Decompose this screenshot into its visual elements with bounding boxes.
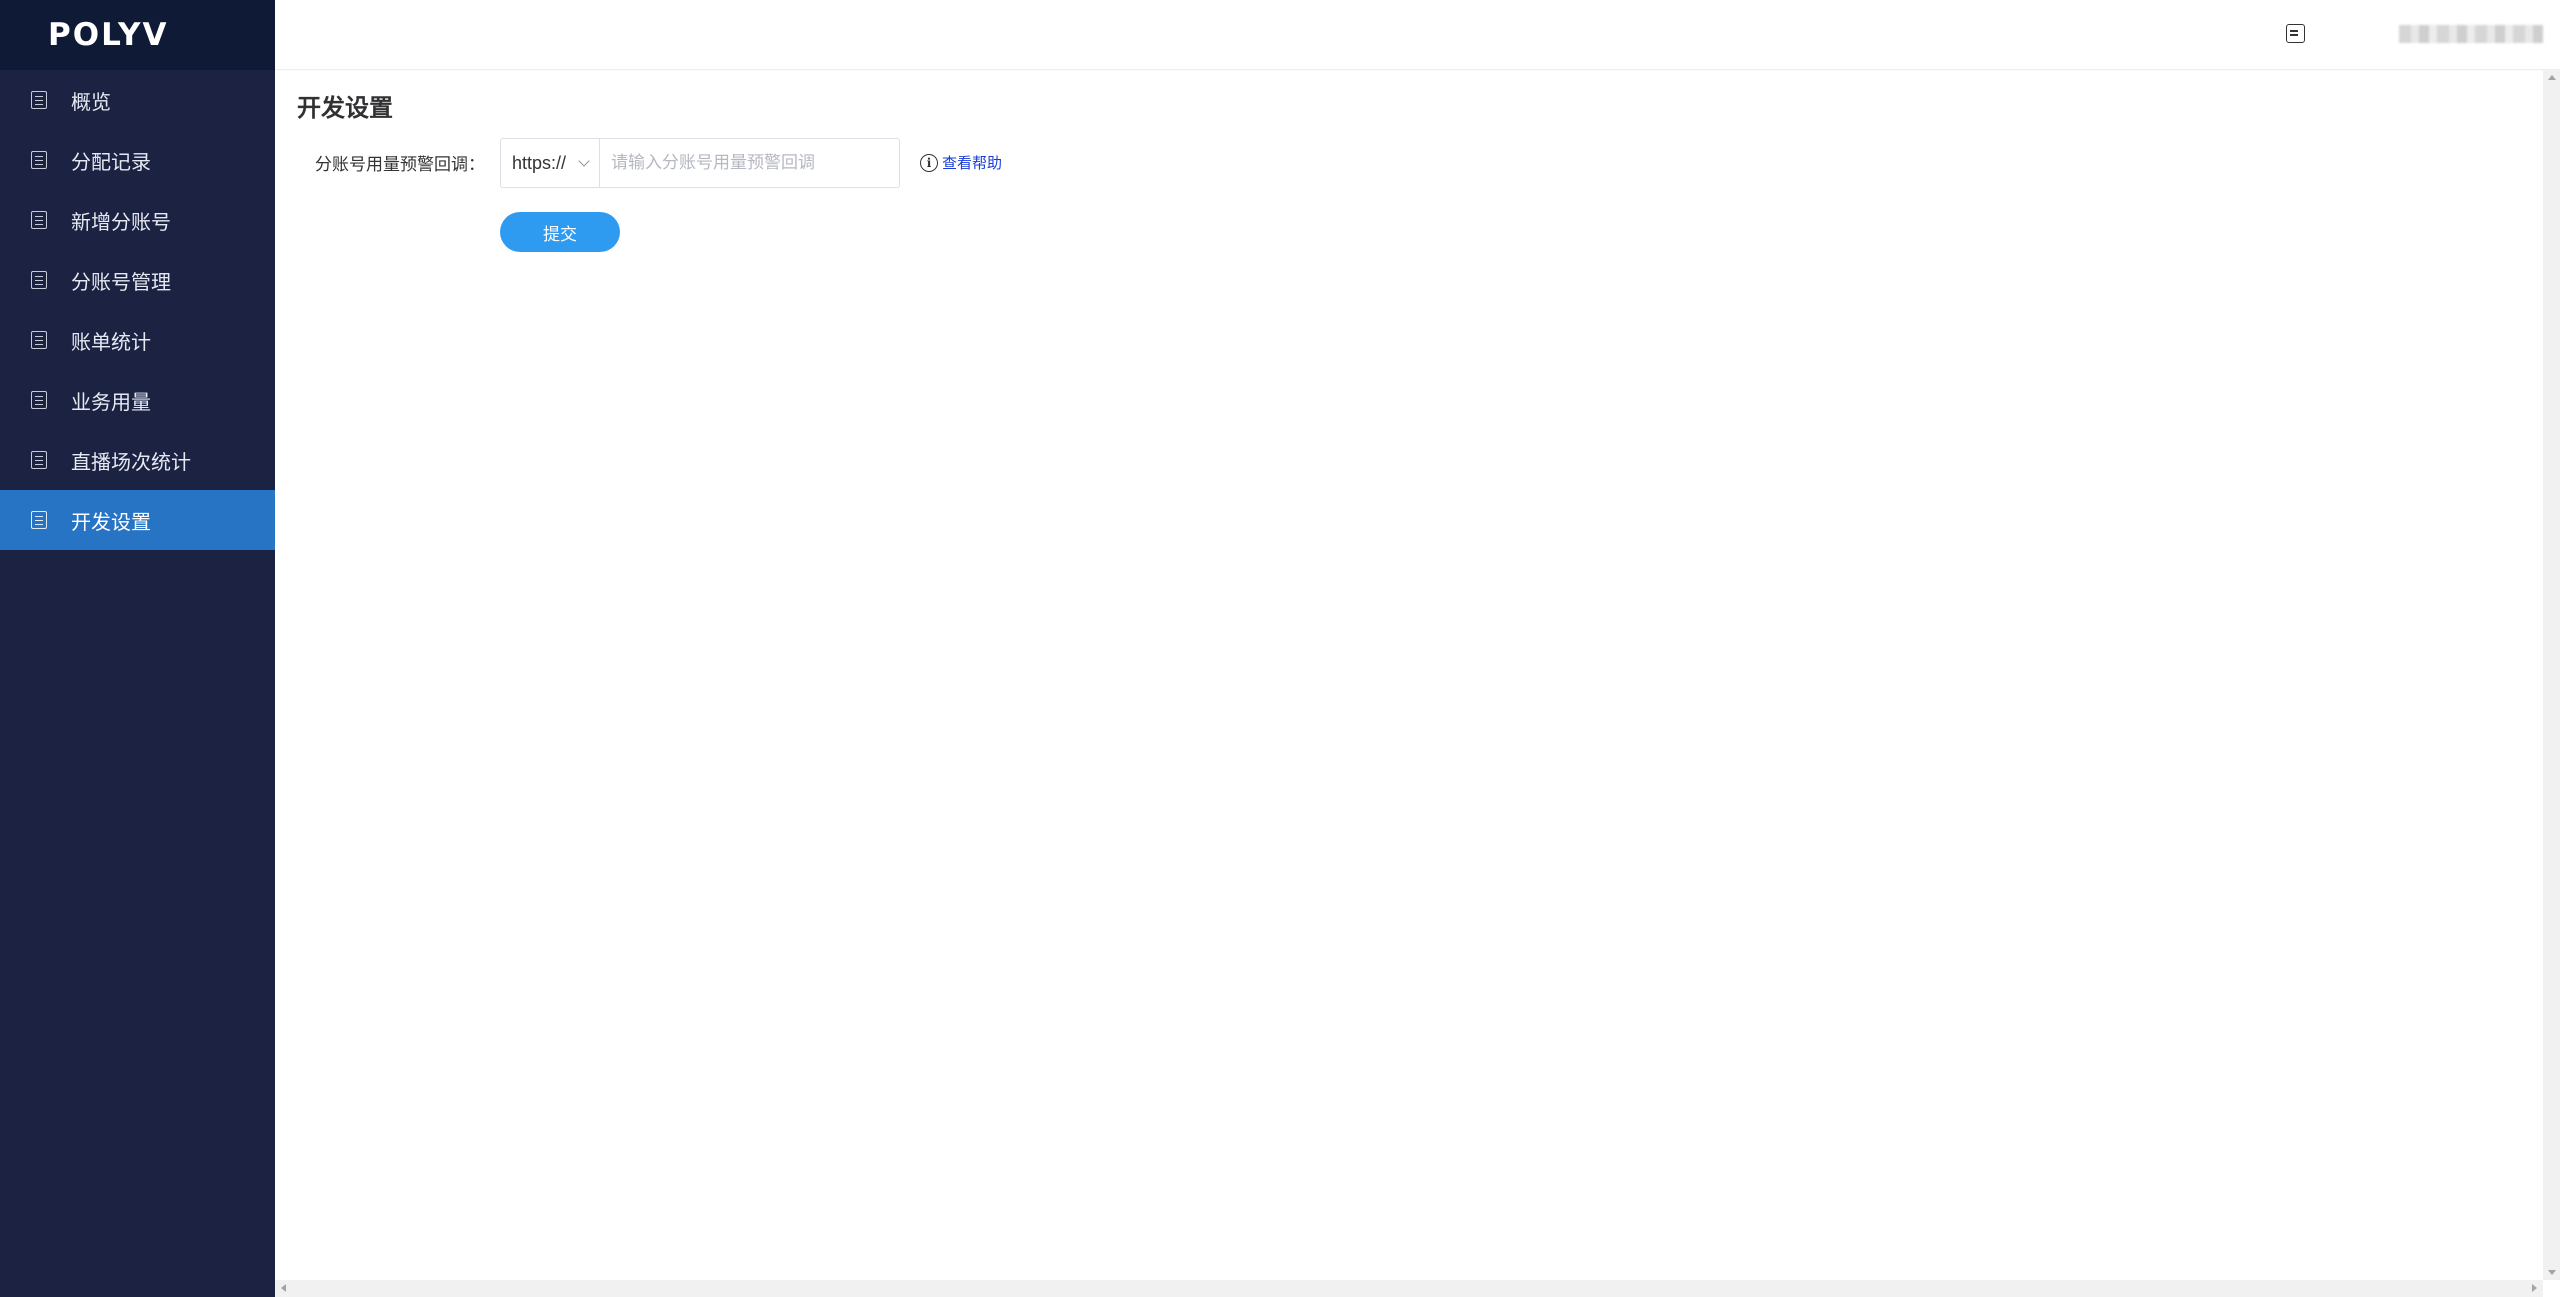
scroll-up-arrow-icon[interactable] xyxy=(2548,75,2556,80)
main-content: 开发设置 分账号用量预警回调： https:// i 查看帮助 提交 xyxy=(275,71,2560,1297)
top-header xyxy=(275,0,2560,70)
document-icon xyxy=(31,151,47,169)
submit-button[interactable]: 提交 xyxy=(500,212,620,252)
polyv-logo[interactable]: POLYV xyxy=(48,17,168,53)
sidebar-item-allocation-records[interactable]: 分配记录 xyxy=(0,130,275,190)
sidebar-item-billing-stats[interactable]: 账单统计 xyxy=(0,310,275,370)
protocol-select[interactable]: https:// xyxy=(500,138,600,188)
sidebar-item-label: 账单统计 xyxy=(71,331,151,354)
sidebar-item-label: 分配记录 xyxy=(71,151,151,174)
horizontal-scrollbar[interactable] xyxy=(275,1280,2543,1297)
sidebar: POLYV 概览 分配记录 新增分账号 分账号管理 账单统计 业务用量 直播场次… xyxy=(0,0,275,1297)
sidebar-nav: 概览 分配记录 新增分账号 分账号管理 账单统计 业务用量 直播场次统计 开发设… xyxy=(0,70,275,550)
vertical-scrollbar[interactable] xyxy=(2543,70,2560,1280)
sidebar-item-add-subaccount[interactable]: 新增分账号 xyxy=(0,190,275,250)
sidebar-item-label: 分账号管理 xyxy=(71,271,171,294)
scroll-down-arrow-icon[interactable] xyxy=(2548,1270,2556,1275)
document-icon xyxy=(31,271,47,289)
help-link-text: 查看帮助 xyxy=(942,155,1003,172)
document-icon xyxy=(31,211,47,229)
user-name[interactable] xyxy=(2399,25,2543,43)
protocol-select-value: https:// xyxy=(512,152,567,173)
info-icon: i xyxy=(920,153,938,172)
scroll-right-arrow-icon[interactable] xyxy=(2532,1284,2537,1292)
callback-url-label: 分账号用量预警回调： xyxy=(315,155,485,174)
scroll-left-arrow-icon[interactable] xyxy=(281,1284,286,1292)
logo-bar: POLYV xyxy=(0,0,275,70)
help-link[interactable]: i 查看帮助 xyxy=(920,152,1002,173)
document-icon xyxy=(31,331,47,349)
chevron-down-icon xyxy=(578,155,590,167)
sidebar-item-label: 新增分账号 xyxy=(71,211,171,234)
document-icon xyxy=(31,391,47,409)
sidebar-item-business-usage[interactable]: 业务用量 xyxy=(0,370,275,430)
sidebar-item-label: 概览 xyxy=(71,91,111,114)
page-title: 开发设置 xyxy=(297,95,393,122)
sidebar-item-live-session-stats[interactable]: 直播场次统计 xyxy=(0,430,275,490)
document-icon xyxy=(31,91,47,109)
sidebar-item-dev-settings[interactable]: 开发设置 xyxy=(0,490,275,550)
document-icon xyxy=(31,511,47,529)
message-icon[interactable] xyxy=(2286,24,2305,43)
sidebar-item-label: 开发设置 xyxy=(71,511,151,534)
sidebar-item-subaccount-management[interactable]: 分账号管理 xyxy=(0,250,275,310)
callback-url-input[interactable] xyxy=(599,138,900,188)
sidebar-item-label: 业务用量 xyxy=(71,391,151,414)
document-icon xyxy=(31,451,47,469)
sidebar-item-overview[interactable]: 概览 xyxy=(0,70,275,130)
sidebar-item-label: 直播场次统计 xyxy=(71,451,191,474)
